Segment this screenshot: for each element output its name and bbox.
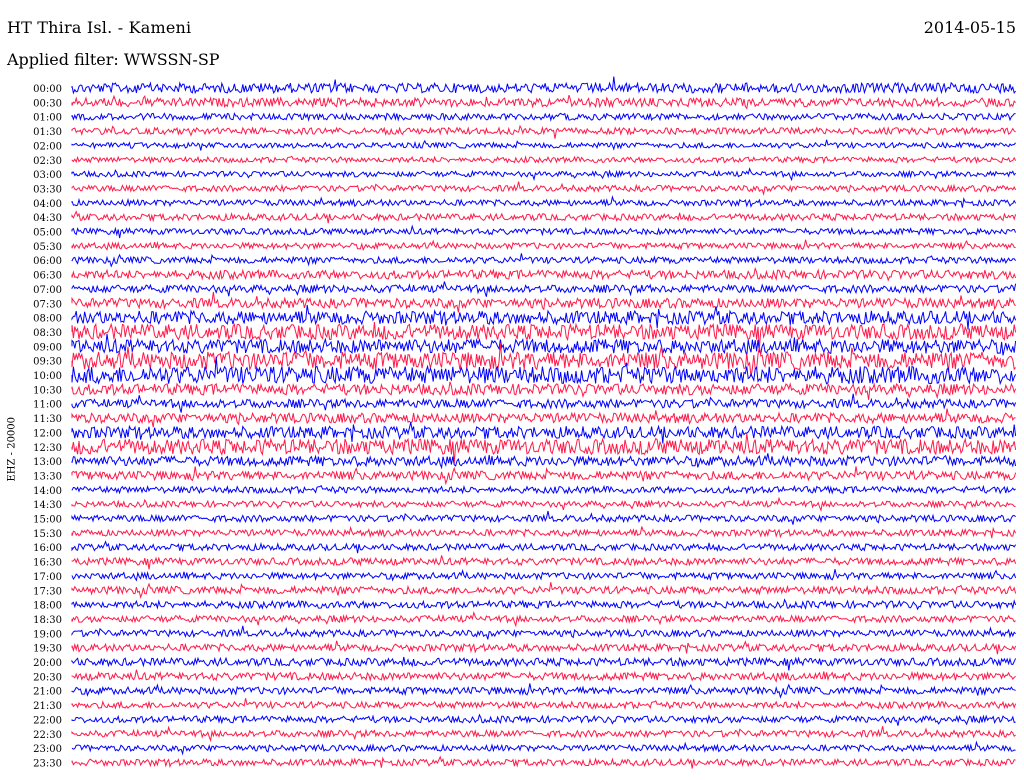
trace-row [71,740,1016,756]
trace-row [71,381,1017,400]
trace-row [71,713,1016,726]
row-label: 09:30 [33,357,62,368]
seismogram-plot: 00:00 00:30 01:00 01:30 02:00 02:30 03:00 03:30… [33,76,1017,769]
row-label: 06:30 [33,271,62,282]
row-label: 18:30 [33,615,62,626]
row-label: 09:00 [33,342,62,353]
row-label: 06:00 [33,256,62,267]
trace-row [71,640,1017,655]
row-label: 00:00 [33,84,62,95]
trace-row [71,356,1017,386]
row-label: 10:30 [33,385,62,396]
row-label: 13:00 [33,457,62,468]
row-label: 17:00 [33,572,62,583]
row-label: 21:30 [33,701,62,712]
trace-row [71,555,1017,570]
trace-row [71,393,1017,413]
trace-row [71,598,1017,611]
trace-row [71,540,1017,554]
row-label: 08:30 [33,328,62,339]
trace-row [71,210,1017,224]
row-label: 15:30 [33,529,62,540]
row-label: 12:30 [33,443,62,454]
trace-row [71,291,1016,313]
row-label: 23:30 [33,758,62,769]
row-label: 02:30 [33,156,62,167]
row-label: 07:00 [33,285,62,296]
trace-row [71,466,1017,486]
trace-row [71,124,1016,139]
row-label: 02:00 [33,141,62,152]
row-label: 08:00 [33,314,62,325]
row-label: 14:30 [33,500,62,511]
trace-row [71,266,1017,282]
trace-row [71,408,1016,428]
row-label: 11:30 [33,414,62,425]
row-label: 23:00 [33,744,62,755]
row-label: 03:00 [33,170,62,181]
trace-row [71,669,1016,683]
row-label: 22:30 [33,730,62,741]
row-label: 01:00 [33,113,62,124]
row-label: 19:00 [33,629,62,640]
trace-row [71,610,1016,628]
row-label: 20:00 [33,658,62,669]
row-label: 04:00 [33,199,62,210]
trace-row [71,253,1017,268]
row-label: 20:30 [33,672,62,683]
trace-row [71,239,1016,252]
trace-row [71,111,1016,122]
row-label: 16:30 [33,558,62,569]
trace-row [71,510,1016,525]
trace-row [71,76,1017,95]
row-label: 17:30 [33,586,62,597]
trace-row [71,453,1017,470]
row-label: 21:00 [33,687,62,698]
row-label: 07:30 [33,299,62,310]
trace-row [71,755,1016,769]
trace-row [71,167,1017,182]
row-label: 22:00 [33,715,62,726]
trace-row [71,195,1017,208]
row-label: 12:00 [33,428,62,439]
row-label: 19:30 [33,644,62,655]
trace-row [71,568,1017,582]
trace-row [71,525,1017,539]
row-label: 15:00 [33,515,62,526]
row-label: 01:30 [33,127,62,138]
trace-row [71,625,1016,640]
row-label: 05:30 [33,242,62,253]
row-label: 10:00 [33,371,62,382]
row-label: 00:30 [33,98,62,109]
trace-row [71,333,1017,356]
row-label: 11:00 [33,400,62,411]
trace-row [71,139,1016,151]
row-label: 04:30 [33,213,62,224]
trace-row [71,94,1016,110]
trace-row [71,725,1016,743]
row-label: 03:30 [33,184,62,195]
row-label: 14:00 [33,486,62,497]
trace-row [71,496,1016,513]
row-label: 13:30 [33,471,62,482]
trace-row [71,656,1017,671]
row-label: 18:00 [33,601,62,612]
trace-row [71,181,1017,196]
trace-row [71,582,1017,599]
trace-row [71,484,1016,495]
trace-row [71,683,1016,699]
row-label: 16:00 [33,543,62,554]
trace-row [71,155,1017,165]
row-label: 05:00 [33,228,62,239]
trace-row [71,224,1017,239]
trace-row [71,698,1017,710]
